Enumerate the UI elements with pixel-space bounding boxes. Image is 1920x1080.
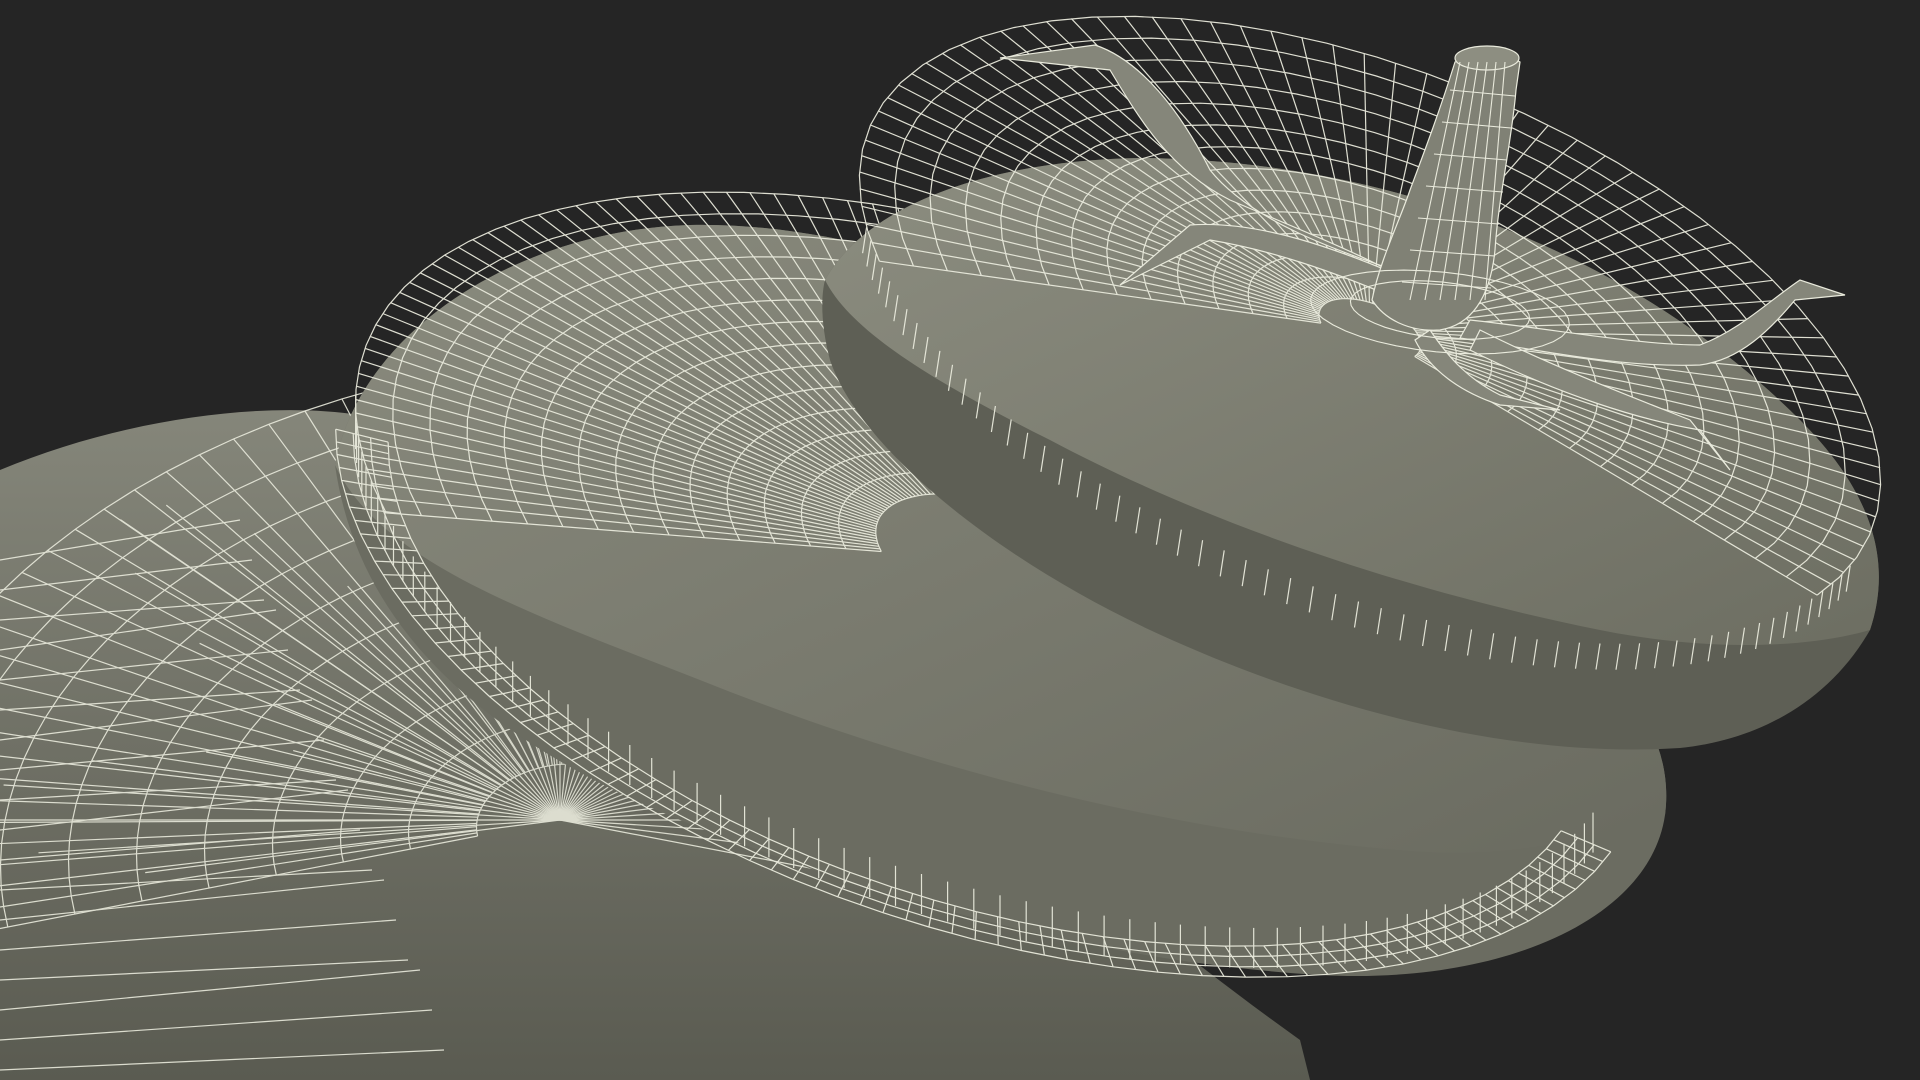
3d-viewport[interactable] <box>0 0 1920 1080</box>
wireframe-render <box>0 15 1882 1080</box>
